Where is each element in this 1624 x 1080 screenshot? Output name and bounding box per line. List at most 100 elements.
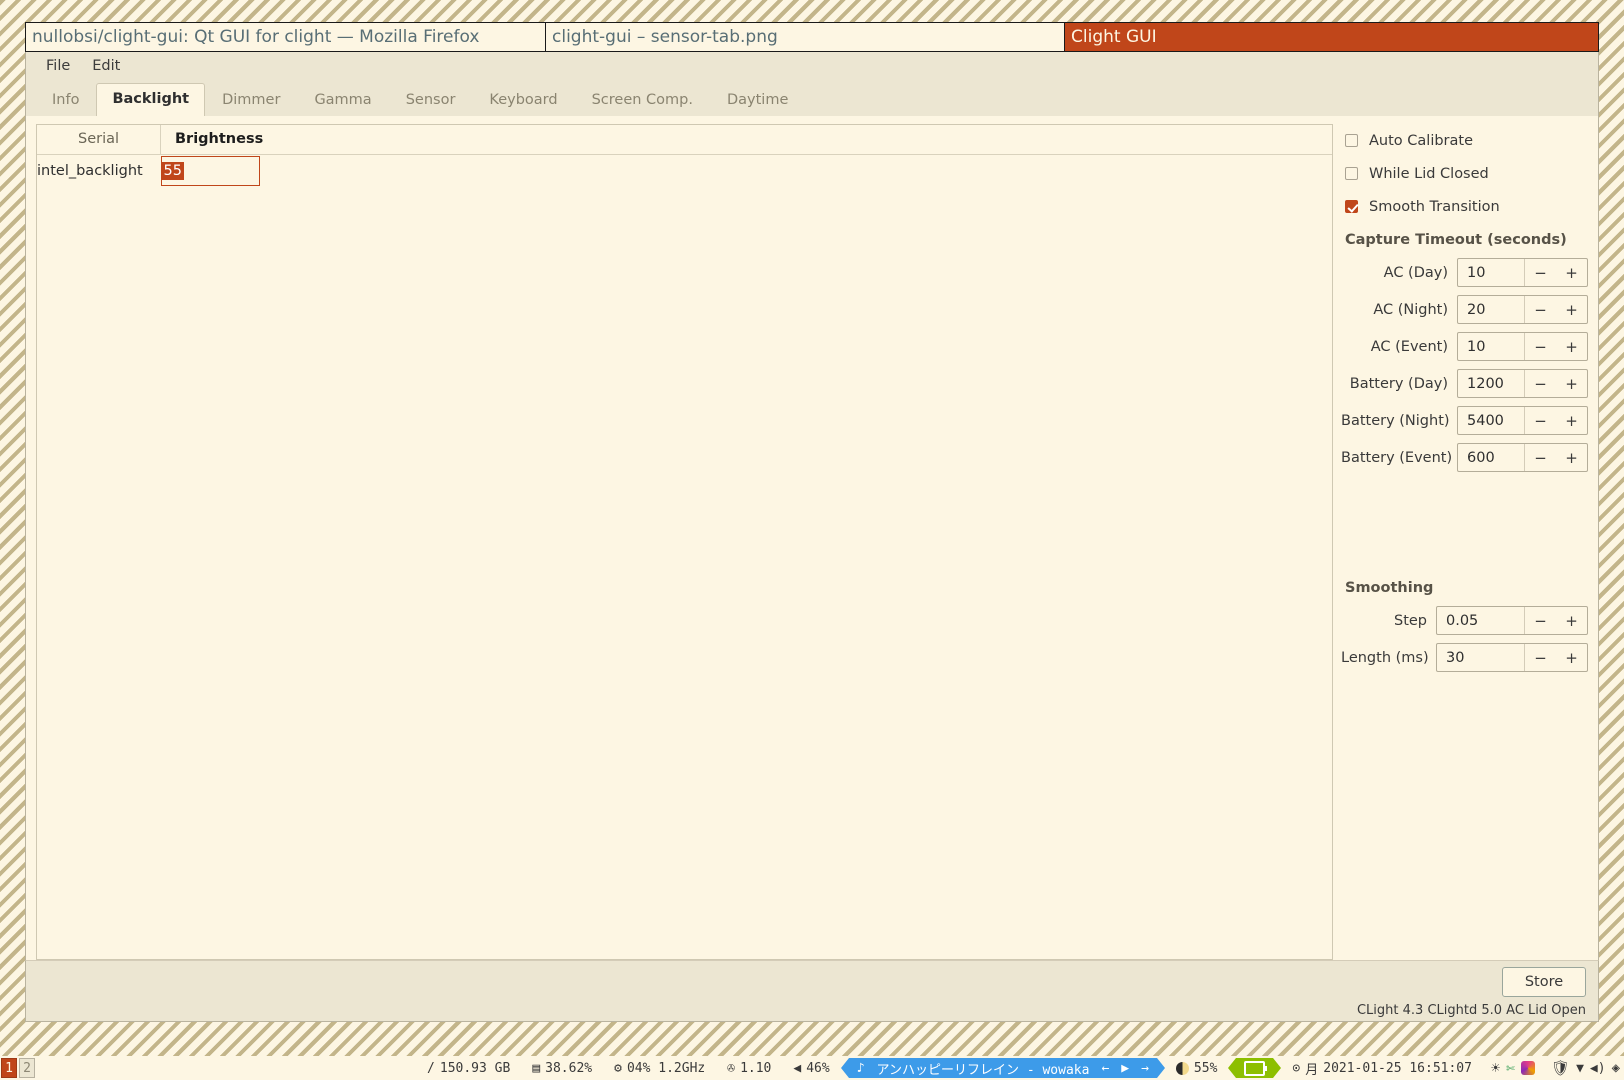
wm-tab-clight-gui[interactable]: Clight GUI: [1065, 23, 1598, 51]
label-ac-night: AC (Night): [1373, 301, 1448, 318]
volume-tray-icon[interactable]: ◀): [1590, 1061, 1606, 1076]
system-tray: ☀ ✄: [1483, 1059, 1543, 1077]
battery-widget[interactable]: [1236, 1058, 1274, 1078]
spinner-battery-night[interactable]: 5400 − +: [1457, 406, 1588, 435]
volume-widget[interactable]: ◀ 46%: [782, 1061, 840, 1076]
menu-item-file[interactable]: File: [36, 56, 80, 76]
brightness-tray-icon[interactable]: ☀: [1491, 1059, 1500, 1077]
tab-sensor[interactable]: Sensor: [389, 85, 473, 117]
column-header-serial[interactable]: Serial: [37, 125, 161, 155]
cell-serial: intel_backlight: [37, 163, 143, 179]
spinner-step[interactable]: 0.05 − +: [1436, 606, 1588, 635]
checkbox-row-while-lid-closed[interactable]: While Lid Closed: [1341, 157, 1588, 190]
label-ac-event: AC (Event): [1370, 338, 1448, 355]
colorwheel-tray-icon[interactable]: [1521, 1061, 1536, 1075]
spinner-battery-event-value[interactable]: 600: [1458, 444, 1524, 471]
clock-widget[interactable]: ⊙ 月 2021-01-25 16:51:07: [1281, 1059, 1483, 1078]
tab-daytime[interactable]: Daytime: [710, 85, 805, 117]
media-player-widget[interactable]: ♪ アンハッピーリフレイン - wowaka ← ▶ →: [848, 1058, 1157, 1078]
disk-usage-value: 150.93 GB: [439, 1060, 511, 1076]
workspace-switcher: 1 2: [0, 1058, 35, 1078]
media-play-icon[interactable]: ▶: [1121, 1061, 1129, 1076]
spinner-ac-day[interactable]: 10 − +: [1457, 258, 1588, 287]
spinner-length-value[interactable]: 30: [1437, 644, 1524, 671]
spinner-ac-event-plus-icon[interactable]: +: [1556, 333, 1587, 360]
spinner-ac-night[interactable]: 20 − +: [1457, 295, 1588, 324]
tab-info[interactable]: Info: [35, 85, 96, 117]
speaker-icon: ◀: [793, 1060, 802, 1076]
disk-usage-widget[interactable]: / 150.93 GB: [416, 1061, 521, 1076]
tab-strip: Info Backlight Dimmer Gamma Sensor Keybo…: [25, 80, 1599, 116]
store-button[interactable]: Store: [1502, 967, 1586, 997]
spinner-length-minus-icon[interactable]: −: [1524, 644, 1556, 671]
client-area: Serial Brightness intel_backlight 55 Aut…: [25, 116, 1599, 960]
brightness-edit-field[interactable]: 55: [160, 156, 260, 186]
cpu-widget[interactable]: ⚙ 04% 1.2GHz: [603, 1061, 716, 1076]
spinner-length[interactable]: 30 − +: [1436, 643, 1588, 672]
checkbox-row-auto-calibrate[interactable]: Auto Calibrate: [1341, 124, 1588, 157]
table-row[interactable]: intel_backlight 55: [37, 155, 1332, 188]
table-header-row: Serial Brightness: [37, 125, 1332, 155]
scissors-tray-icon[interactable]: ✄: [1506, 1059, 1515, 1077]
spinner-ac-night-plus-icon[interactable]: +: [1556, 296, 1587, 323]
label-battery-night: Battery (Night): [1341, 412, 1450, 429]
settings-bottom-spacer: [1341, 676, 1588, 960]
auto-calibrate-checkbox[interactable]: [1345, 134, 1358, 147]
spinner-length-plus-icon[interactable]: +: [1556, 644, 1587, 671]
column-header-brightness[interactable]: Brightness: [160, 125, 1332, 155]
spinner-step-minus-icon[interactable]: −: [1524, 607, 1556, 634]
spinner-battery-night-plus-icon[interactable]: +: [1556, 407, 1587, 434]
workspace-1[interactable]: 1: [1, 1058, 17, 1078]
spinner-battery-event-plus-icon[interactable]: +: [1556, 444, 1587, 471]
label-length: Length (ms): [1341, 649, 1429, 666]
spinner-ac-day-value[interactable]: 10: [1458, 259, 1524, 286]
spinner-battery-night-value[interactable]: 5400: [1458, 407, 1524, 434]
layers-tray-icon[interactable]: ◈: [1612, 1060, 1620, 1076]
wm-tab-image-viewer[interactable]: clight-gui – sensor-tab.png: [546, 23, 1065, 51]
spinner-battery-event-minus-icon[interactable]: −: [1524, 444, 1556, 471]
memory-widget[interactable]: ▤ 38.62%: [521, 1061, 603, 1076]
taskbar: 1 2 / 150.93 GB ▤ 38.62% ⚙ 04% 1.2GHz ✇ …: [0, 1056, 1624, 1080]
spinner-ac-night-value[interactable]: 20: [1458, 296, 1524, 323]
brightness-widget[interactable]: 55%: [1165, 1061, 1228, 1076]
media-next-icon[interactable]: →: [1141, 1061, 1149, 1076]
spinner-ac-day-plus-icon[interactable]: +: [1556, 259, 1587, 286]
media-prev-icon[interactable]: ←: [1101, 1061, 1109, 1076]
network-tray-icon[interactable]: ▼: [1576, 1061, 1584, 1076]
spinner-ac-night-minus-icon[interactable]: −: [1524, 296, 1556, 323]
spinner-ac-event[interactable]: 10 − +: [1457, 332, 1588, 361]
spinner-ac-event-value[interactable]: 10: [1458, 333, 1524, 360]
spinner-ac-day-minus-icon[interactable]: −: [1524, 259, 1556, 286]
media-chevron-right: [1156, 1058, 1165, 1078]
spinner-ac-event-minus-icon[interactable]: −: [1524, 333, 1556, 360]
wm-tab-firefox[interactable]: nullobsi/clight-gui: Qt GUI for clight —…: [26, 23, 546, 51]
tab-dimmer[interactable]: Dimmer: [205, 85, 297, 117]
menu-item-edit[interactable]: Edit: [82, 56, 130, 76]
battery-icon: [1244, 1060, 1268, 1076]
workspace-2[interactable]: 2: [19, 1058, 35, 1078]
clock-weekday: 月: [1305, 1062, 1319, 1078]
spin-row-ac-event: AC (Event) 10 − +: [1341, 328, 1588, 365]
smooth-transition-checkbox[interactable]: [1345, 200, 1358, 213]
spinner-battery-day-minus-icon[interactable]: −: [1524, 370, 1556, 397]
spinner-battery-event[interactable]: 600 − +: [1457, 443, 1588, 472]
while-lid-closed-checkbox[interactable]: [1345, 167, 1358, 180]
battery-chevron-left: [1228, 1058, 1237, 1078]
cell-brightness[interactable]: 55: [160, 155, 1333, 188]
memory-value: 38.62%: [545, 1060, 593, 1076]
tab-backlight[interactable]: Backlight: [96, 82, 206, 116]
spinner-battery-night-minus-icon[interactable]: −: [1524, 407, 1556, 434]
spinner-step-value[interactable]: 0.05: [1437, 607, 1524, 634]
checkbox-row-smooth-transition[interactable]: Smooth Transition: [1341, 190, 1588, 223]
spinner-step-plus-icon[interactable]: +: [1556, 607, 1587, 634]
tab-gamma[interactable]: Gamma: [297, 85, 388, 117]
tab-screen-comp[interactable]: Screen Comp.: [575, 85, 710, 117]
shield-tray-icon[interactable]: 🛡: [1551, 1059, 1570, 1077]
spin-row-battery-night: Battery (Night) 5400 − +: [1341, 402, 1588, 439]
spinner-battery-day[interactable]: 1200 − +: [1457, 369, 1588, 398]
load-widget[interactable]: ✇ 1.10: [716, 1061, 782, 1076]
spinner-battery-day-value[interactable]: 1200: [1458, 370, 1524, 397]
spinner-battery-day-plus-icon[interactable]: +: [1556, 370, 1587, 397]
tab-keyboard[interactable]: Keyboard: [472, 85, 574, 117]
settings-pane: Auto Calibrate While Lid Closed Smooth T…: [1333, 124, 1588, 960]
